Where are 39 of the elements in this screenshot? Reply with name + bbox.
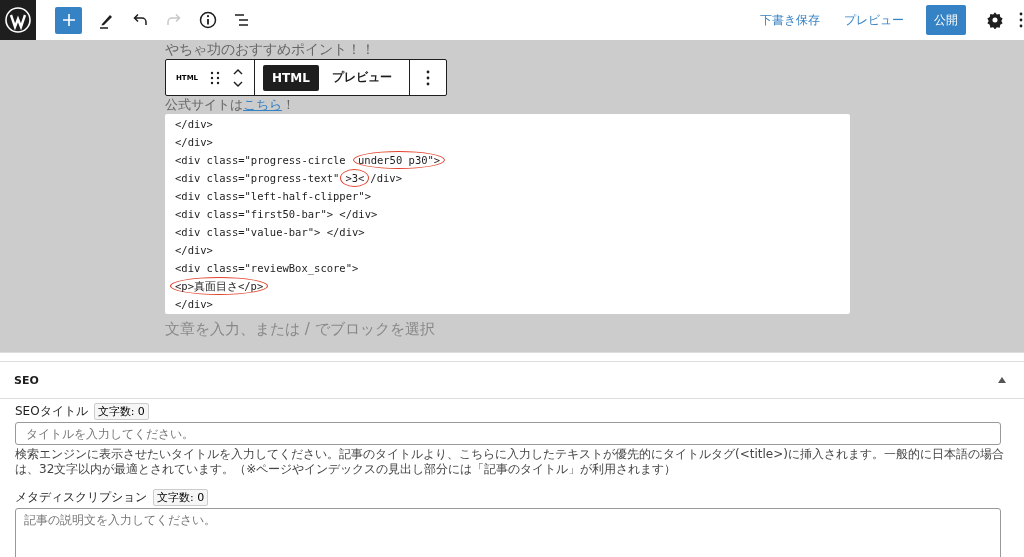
character-count: 文字数: 0 <box>93 403 149 420</box>
wordpress-logo[interactable] <box>0 0 36 40</box>
mode-tab[interactable]: プレビュー <box>322 64 401 91</box>
panel-title: SEO <box>14 373 39 387</box>
more-options-icon[interactable] <box>1018 11 1024 29</box>
code-text: </div> <box>175 135 213 149</box>
code-text: <div class="left-half-clipper"> <box>175 189 371 203</box>
official-site-link[interactable]: こちら <box>243 97 282 112</box>
seo-title-field[interactable]: タイトルを入力してください。 <box>15 422 1001 445</box>
code-text: </div> <box>175 297 213 311</box>
info-icon[interactable] <box>198 10 218 30</box>
code-text: <div class="reviewBox_score"> <box>175 261 359 275</box>
plus-icon <box>61 13 76 27</box>
code-text: /div> <box>370 171 402 185</box>
code-text: <div class="value-bar"> </div> <box>175 225 365 239</box>
paragraph-text: 公式サイトはこちら！ <box>165 97 296 112</box>
move-up-down-icon[interactable] <box>232 67 245 88</box>
code-text: </div> <box>175 243 213 257</box>
publish-button[interactable]: 公開 <box>926 5 966 35</box>
more-options-icon[interactable] <box>425 69 430 86</box>
code-text: <div class="progress-circle <box>175 153 347 167</box>
add-block-button[interactable] <box>55 6 82 34</box>
heading-text: やちゃ功のおすすめポイント！！ <box>165 41 376 57</box>
drag-handle-icon[interactable] <box>210 70 221 85</box>
save-draft-button[interactable]: 下書き保存 <box>748 11 832 29</box>
block-placeholder[interactable]: 文章を入力、または / でブロックを選択 <box>165 320 850 339</box>
help-text: 検索エンジンに表示させたいタイトルを入力してください。記事のタイトルより、こちらに入力したテキストが優先的にタイトルタグ(<title>)に挿入されます。一般的に日本語の場合は、32文字以内が最適とされています。（※ページやインデックスの見出し部分には「記事のタイトル」が利用されます） <box>15 447 1005 477</box>
wordpress-icon <box>5 7 31 33</box>
code-text: <div class="first50-bar"> </div> <box>175 207 378 221</box>
settings-icon[interactable] <box>986 11 1004 29</box>
field-label: メタディスクリプション <box>15 489 147 506</box>
code-text: </div> <box>175 117 213 131</box>
field-label: SEOタイトル <box>15 403 88 420</box>
character-count: 文字数: 0 <box>153 489 209 506</box>
code-text: <div class="progress-text" <box>175 171 340 185</box>
preview-button[interactable]: プレビュー <box>832 11 916 29</box>
html-code-editor[interactable] <box>165 114 850 314</box>
description-field[interactable]: 記事の説明文を入力してください。 <box>15 508 1001 557</box>
mode-tab[interactable]: HTML <box>263 64 319 91</box>
